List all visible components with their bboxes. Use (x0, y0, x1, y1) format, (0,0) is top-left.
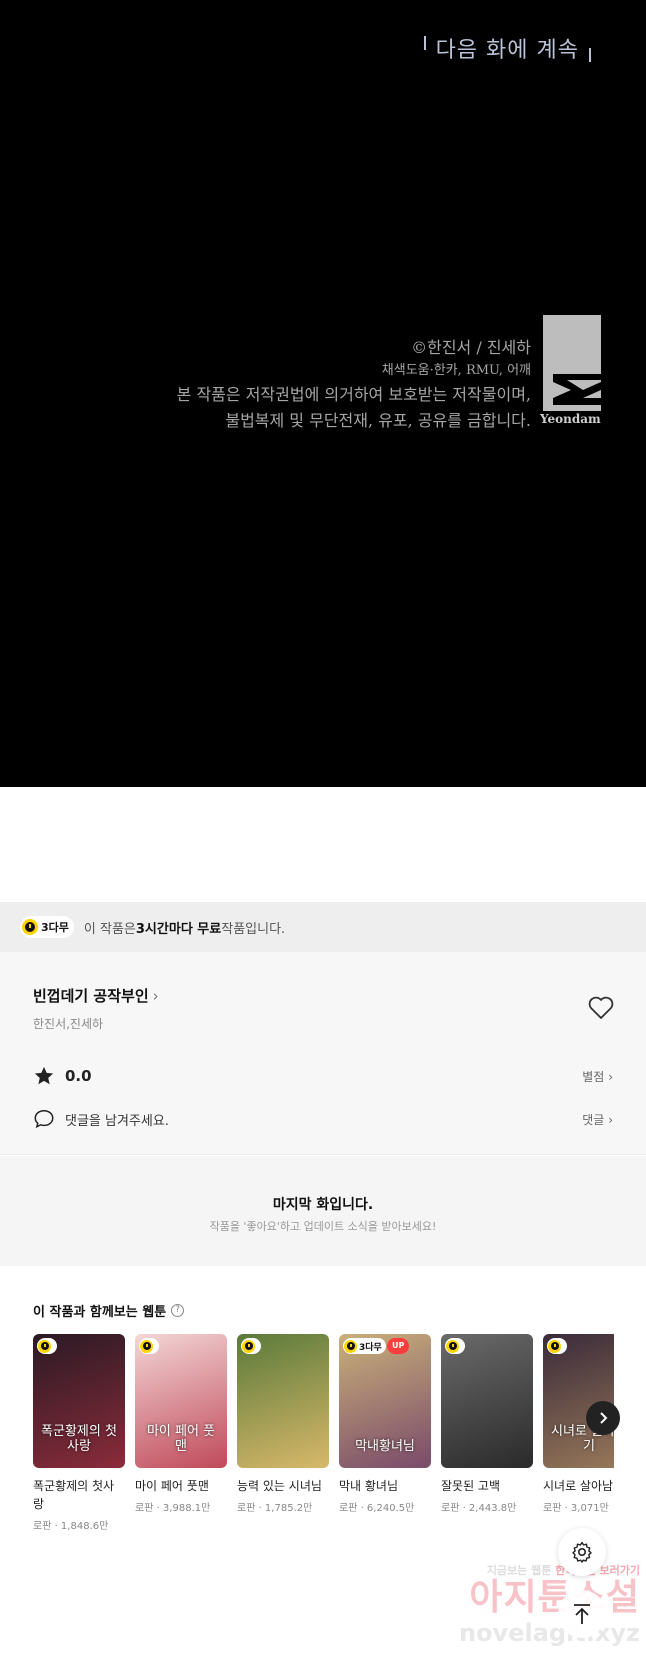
wait-free-badge: 3다무 (20, 916, 74, 938)
chevron-right-icon (600, 1412, 608, 1424)
recommendations-title-text: 이 작품과 함께보는 웹툰 (33, 1305, 167, 1320)
clock-icon (446, 1339, 459, 1353)
copyright-text: ©한진서 / 진세하 (411, 338, 531, 357)
clock-icon (548, 1339, 561, 1353)
recommendation-meta: 로판 · 1,785.2만 (237, 1503, 313, 1514)
banner-text-before: 이 작품은 (83, 921, 136, 937)
work-authors: 한진서,진세하 (33, 1017, 104, 1031)
badge-label: 3다무 (41, 921, 69, 934)
thumbnail-title-art: 막내황녀님 (355, 1439, 415, 1454)
notice-line-2: 불법복제 및 무단전재, 유포, 공유를 금합니다. (225, 411, 531, 430)
last-episode-title: 마지막 화입니다. (272, 1197, 374, 1213)
watermark-line-3: novelagit.xyz (458, 1619, 640, 1647)
comment-link[interactable]: 댓글 › (582, 1111, 613, 1128)
thumbnail-title-art: 마이 페어 풋맨 (146, 1424, 216, 1454)
star-icon (34, 1066, 54, 1085)
recommendations-title: 이 작품과 함께보는 웹툰 ? (33, 1301, 185, 1320)
rating-row[interactable]: 0.0 별점 › (33, 1064, 613, 1088)
comment-link-label: 댓글 (582, 1112, 605, 1127)
recommendation-card[interactable]: 능력 있는 시녀님로판 · 1,785.2만 (237, 1334, 329, 1514)
site-watermark: 지금보는 웹툰 한국소설 보러가기 아지툰소설 novelagit.xyz (440, 1562, 640, 1648)
settings-button[interactable] (558, 1528, 606, 1576)
clock-icon (140, 1339, 153, 1353)
last-episode-section: 마지막 화입니다. 작품을 '좋아요'하고 업데이트 소식을 받아보세요! (0, 1156, 646, 1266)
work-title-link[interactable]: 빈껍데기 공작부인 › (33, 985, 159, 1006)
up-badge: UP (387, 1338, 410, 1354)
yeondam-logo-text: Yeondam (540, 412, 601, 426)
yeondam-logo-mark (543, 315, 601, 411)
wait-free-badge (139, 1338, 159, 1354)
scroll-top-button[interactable] (558, 1590, 606, 1638)
recommendations-section: 이 작품과 함께보는 웹툰 ? 폭군황제의 첫사랑 폭군황제의 첫사랑 로판 · 1… (0, 1268, 646, 1558)
heart-icon[interactable] (588, 996, 614, 1020)
recommendation-title: 폭군황제의 첫사랑 (33, 1479, 115, 1511)
credits-text: 채색도움·한카, RMU, 어깨 (381, 363, 531, 378)
comment-row[interactable]: 댓글을 남겨주세요. 댓글 › (33, 1107, 613, 1131)
watermark-line-2: 아지툰소설 (469, 1577, 640, 1618)
clock-icon (242, 1339, 255, 1353)
recommendation-card[interactable]: 폭군황제의 첫사랑 폭군황제의 첫사랑 로판 · 1,848.6만 (33, 1334, 125, 1532)
recommendation-card[interactable]: 잘못된 고백로판 · 2,443.8만 (441, 1334, 533, 1514)
chevron-right-icon: › (608, 1069, 613, 1084)
comment-prompt: 댓글을 남겨주세요. (65, 1113, 169, 1129)
chevron-right-icon: › (608, 1112, 613, 1127)
watermark-line-1a: 지금보는 웹툰 (486, 1564, 556, 1577)
recommendation-title: 시녀로 살아남기 (543, 1479, 614, 1493)
notice-line-1: 본 작품은 저작권법에 의거하여 보호받는 저작물이며, (176, 385, 531, 404)
badge-label: 3다무 (359, 1342, 382, 1353)
recommendation-meta: 로판 · 1,848.6만 (33, 1521, 109, 1532)
recommendation-meta: 로판 · 3,071만 (543, 1503, 609, 1514)
comment-bubble-icon (34, 1110, 54, 1129)
wait-free-badge (37, 1338, 57, 1354)
work-title: 빈껍데기 공작부인 (33, 987, 149, 1005)
wait-free-badge: 3다무 (343, 1338, 386, 1354)
clock-icon (344, 1339, 357, 1353)
recommendation-title: 잘못된 고백 (441, 1479, 501, 1493)
recommendation-title: 능력 있는 시녀님 (237, 1479, 322, 1493)
recommendation-thumbnail: 폭군황제의 첫사랑 (33, 1334, 125, 1468)
comic-panel: 다음 화에 계속 ©한진서 / 진세하 채색도움·한카, RMU, 어깨 본 작… (0, 0, 646, 787)
wait-free-badge (445, 1338, 465, 1354)
help-icon[interactable]: ? (171, 1304, 185, 1317)
banner-text-after: 작품입니다. (221, 921, 286, 937)
rating-link[interactable]: 별점 › (582, 1068, 613, 1085)
rating-value: 0.0 (65, 1067, 92, 1085)
banner-text-bold: 3시간마다 무료 (135, 921, 222, 937)
recommendation-thumbnail (441, 1334, 533, 1468)
work-info-card: 빈껍데기 공작부인 › 한진서,진세하 0.0 별점 › 댓글을 남겨주세요. 댓… (0, 952, 646, 1155)
thumbnail-title-art: 폭군황제의 첫사랑 (41, 1424, 117, 1454)
arrow-up-icon (574, 1604, 590, 1624)
wait-free-badge (241, 1338, 261, 1354)
gear-icon (572, 1541, 592, 1563)
last-episode-subtitle: 작품을 '좋아요'하고 업데이트 소식을 받아보세요! (209, 1220, 437, 1233)
free-every-3h-banner: 3다무 이 작품은 3시간마다 무료 작품입니다. (0, 902, 646, 952)
next-episode-caption: 다음 화에 계속 (423, 32, 591, 64)
wait-free-badge (547, 1338, 567, 1354)
carousel-next-button[interactable] (586, 1401, 620, 1435)
recommendation-meta: 로판 · 2,443.8만 (441, 1503, 517, 1514)
rating-link-label: 별점 (582, 1069, 605, 1084)
clock-icon (22, 919, 38, 935)
recommendation-thumbnail (237, 1334, 329, 1468)
chevron-right-icon: › (152, 987, 159, 1005)
recommendation-meta: 로판 · 6,240.5만 (339, 1503, 415, 1514)
clock-icon (38, 1339, 51, 1353)
recommendation-meta: 로판 · 3,988.1만 (135, 1503, 211, 1514)
recommendation-card[interactable]: 마이 페어 풋맨 마이 페어 풋맨 로판 · 3,988.1만 (135, 1334, 227, 1514)
recommendation-thumbnail: 마이 페어 풋맨 (135, 1334, 227, 1468)
copyright-block: ©한진서 / 진세하 채색도움·한카, RMU, 어깨 본 작품은 저작권법에 … (177, 336, 531, 434)
recommendation-title: 마이 페어 풋맨 (135, 1479, 209, 1493)
recommendation-thumbnail: 3다무 UP 막내황녀님 (339, 1334, 431, 1468)
recommendation-card[interactable]: 3다무 UP 막내황녀님막내 황녀님로판 · 6,240.5만 (339, 1334, 431, 1514)
next-episode-text: 다음 화에 계속 (435, 38, 579, 63)
yeondam-logo-icon (553, 374, 601, 405)
recommendation-title: 막내 황녀님 (339, 1479, 399, 1493)
recommendation-carousel: 폭군황제의 첫사랑 폭군황제의 첫사랑 로판 · 1,848.6만 마이 페어 풋맨 마… (33, 1334, 614, 1534)
